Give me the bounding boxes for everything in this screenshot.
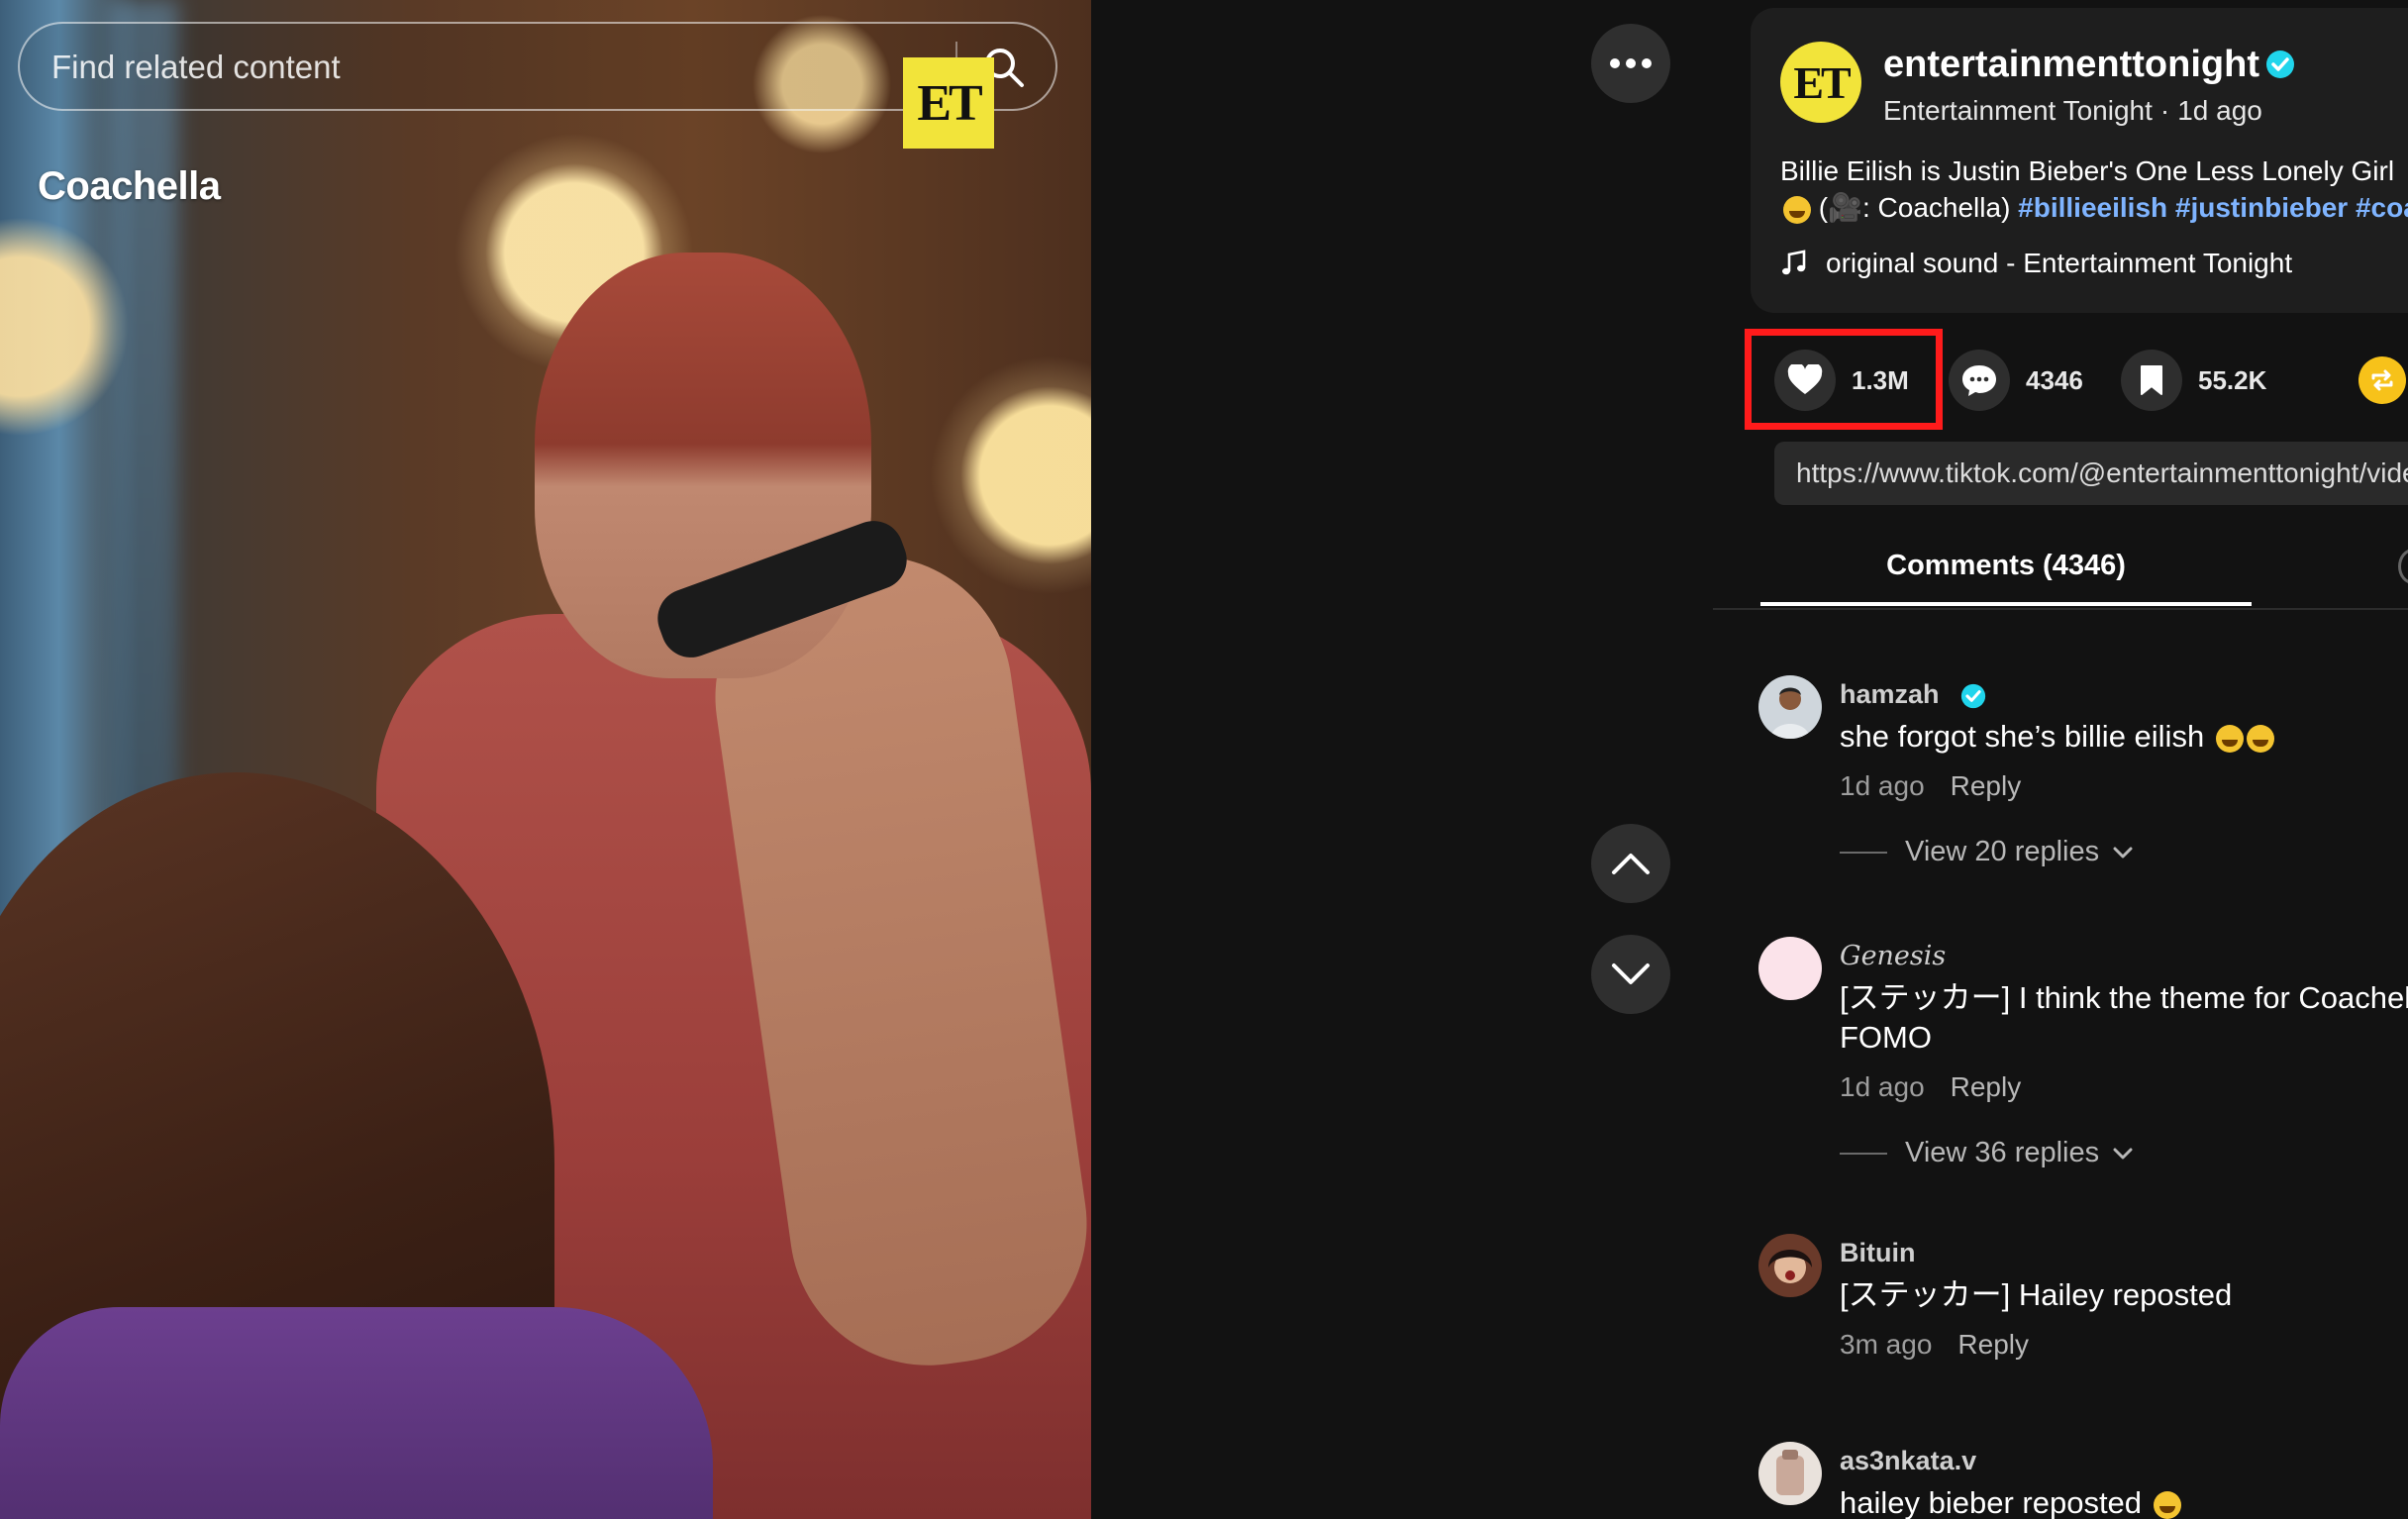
more-icon [1610, 58, 1652, 68]
comment-body-line2: FOMO [1840, 1020, 1932, 1055]
description-text: Billie Eilish is Justin Bieber's One Les… [1780, 155, 2395, 186]
chevron-down-icon [2113, 1148, 2133, 1159]
reply-button[interactable]: Reply [1951, 1071, 2022, 1102]
crying-emoji-icon [2215, 724, 2244, 753]
avatar-photo [1758, 1234, 1822, 1297]
tab-comments[interactable]: Comments (4346) [1760, 535, 2252, 606]
view-replies-button[interactable]: View 20 replies [1840, 836, 2133, 868]
share-link-field[interactable]: https://www.tiktok.com/@entertainmentton… [1774, 442, 2408, 505]
chevron-up-icon [1612, 854, 1650, 874]
like-button[interactable]: 1.3M [1774, 349, 1909, 412]
action-bar: 1.3M 4346 55.2K [1713, 327, 2408, 430]
hashtag-link[interactable]: #coachella [2356, 192, 2408, 223]
post-time: 1d ago [2177, 95, 2262, 126]
raising-hands-emoji-icon [2153, 1490, 2181, 1519]
author-handle[interactable]: entertainmenttonight [1883, 44, 2259, 86]
save-button[interactable]: 55.2K [2121, 349, 2266, 412]
verified-icon [2266, 51, 2294, 78]
comment-meta: 1d ago Reply [1840, 770, 2021, 802]
previous-video-button[interactable] [1591, 824, 1670, 903]
comment-body-line1: [ステッカー] I think the theme for Coachella … [1840, 980, 2408, 1015]
comment-time: 3m ago [1840, 1329, 1933, 1360]
comment-button[interactable]: 4346 [1949, 349, 2083, 412]
repost-icon-circle [2358, 356, 2406, 404]
comment-body: she forgot she’s billie eilish [1840, 719, 2205, 754]
comment-meta: 3m ago Reply [1840, 1329, 2029, 1361]
search-bar [18, 22, 1057, 111]
comment-username[interactable]: hamzah [1840, 679, 1986, 710]
sound-link[interactable]: original sound - Entertainment Tonight [1780, 248, 2292, 279]
reply-button[interactable]: Reply [1951, 770, 2022, 801]
comment-username[interactable]: as3nkata.v [1840, 1446, 1976, 1476]
hashtag-link[interactable]: #justinbieber [2175, 192, 2348, 223]
crying-emoji-icon [1783, 195, 1811, 224]
post-info-card: ET entertainmenttonight Entertainment To… [1751, 8, 2408, 313]
more-options-button[interactable] [1591, 24, 1670, 103]
comment-meta: 1d ago Reply [1840, 1071, 2021, 1103]
view-replies-label: View 36 replies [1905, 1137, 2100, 1168]
next-video-button[interactable] [1591, 935, 1670, 1014]
description-credit: : Coachella) [1861, 192, 2011, 223]
comment-time: 1d ago [1840, 770, 1925, 801]
view-replies-button[interactable]: View 36 replies [1840, 1137, 2133, 1169]
bookmark-icon [2141, 365, 2162, 395]
video-location-tag: Coachella [38, 164, 221, 208]
view-replies-label: View 20 replies [1905, 836, 2100, 867]
comment-username[interactable]: Bituin [1840, 1238, 1915, 1268]
comment-count: 4346 [2026, 364, 2083, 395]
avatar[interactable] [1758, 937, 1822, 1000]
post-description: Billie Eilish is Justin Bieber's One Les… [1780, 152, 2408, 226]
like-count: 1.3M [1852, 364, 1909, 395]
comment-username[interactable]: Genesis [1840, 941, 1946, 971]
author-subtitle: Entertainment Tonight · 1d ago [1883, 95, 2262, 127]
crying-emoji-icon [2246, 724, 2274, 753]
comment-username-text: hamzah [1840, 679, 1940, 709]
repost-button[interactable] [2358, 349, 2406, 412]
tab-creator-videos[interactable] [2398, 549, 2408, 584]
hashtag-link[interactable]: #billieeilish [2018, 192, 2167, 223]
tab-bar: Comments (4346) [1713, 535, 2408, 610]
replies-divider [1840, 1152, 1887, 1155]
heart-icon [1787, 364, 1823, 394]
author-avatar[interactable]: ET [1780, 42, 1861, 123]
avatar[interactable] [1758, 675, 1822, 739]
details-panel: ET entertainmenttonight Entertainment To… [1713, 0, 2408, 1519]
author-display-name: Entertainment Tonight [1883, 95, 2153, 126]
comment-body: hailey bieber reposted [1840, 1485, 2143, 1519]
chevron-down-icon [1612, 963, 1650, 984]
chevron-down-icon [2113, 847, 2133, 858]
video-player[interactable]: ET Coachella [0, 0, 1091, 1519]
reply-button[interactable]: Reply [1957, 1329, 2029, 1360]
verified-icon [1960, 683, 1986, 709]
comment-time: 1d ago [1840, 1071, 1925, 1102]
et-watermark-logo: ET [903, 57, 994, 149]
video-girl-jacket [0, 1307, 713, 1519]
save-icon-circle [2121, 350, 2182, 411]
comment-icon [1962, 365, 1996, 396]
camera-icon: 🎥 [1828, 192, 1862, 223]
avatar[interactable] [1758, 1442, 1822, 1505]
comment-icon-circle [1949, 350, 2010, 411]
avatar-photo [1758, 1442, 1822, 1505]
comment-text: hailey bieber reposted [1840, 1483, 2408, 1519]
avatar[interactable] [1758, 1234, 1822, 1297]
comment-text: [ステッカー] I think the theme for Coachella … [1840, 978, 2408, 1058]
music-note-icon [1782, 250, 1806, 275]
repost-icon [2371, 369, 2393, 391]
replies-divider [1840, 851, 1887, 854]
avatar-photo [1758, 675, 1822, 739]
video-background-light [109, 0, 178, 891]
comment-text: [ステッカー] Hailey reposted [1840, 1277, 2233, 1312]
search-input[interactable] [50, 24, 945, 111]
like-icon-circle [1774, 350, 1836, 411]
save-count: 55.2K [2198, 364, 2267, 395]
separator-dot: · [2159, 95, 2170, 126]
comment-text: she forgot she’s billie eilish [1840, 717, 2408, 757]
sound-title: original sound - Entertainment Tonight [1826, 248, 2293, 278]
